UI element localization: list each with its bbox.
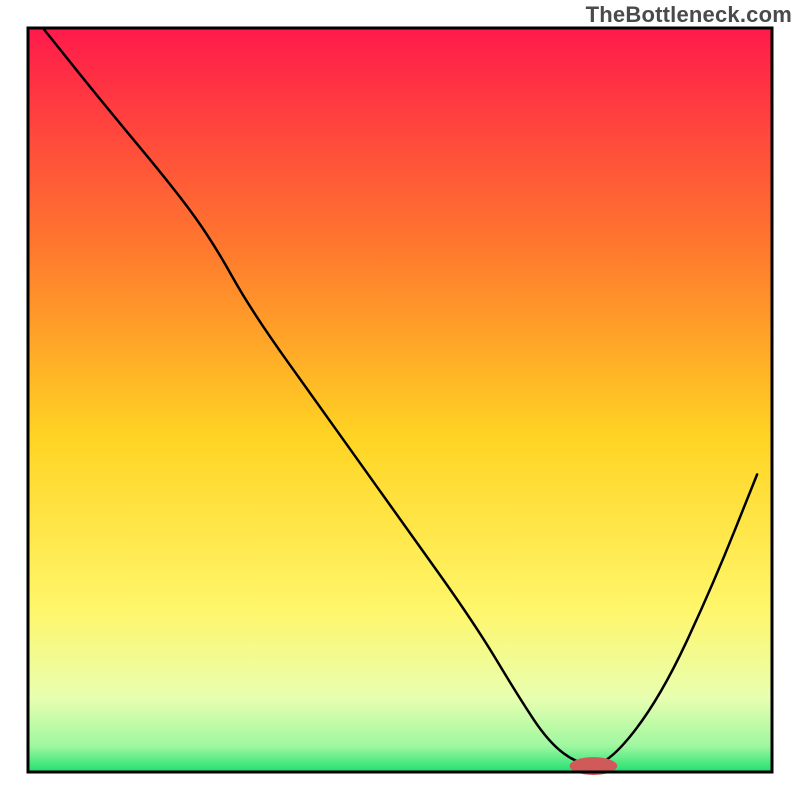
bottleneck-chart <box>0 0 800 800</box>
gradient-background <box>28 28 772 772</box>
plot-area <box>28 28 772 775</box>
watermark-text: TheBottleneck.com <box>586 2 792 28</box>
chart-stage: TheBottleneck.com <box>0 0 800 800</box>
